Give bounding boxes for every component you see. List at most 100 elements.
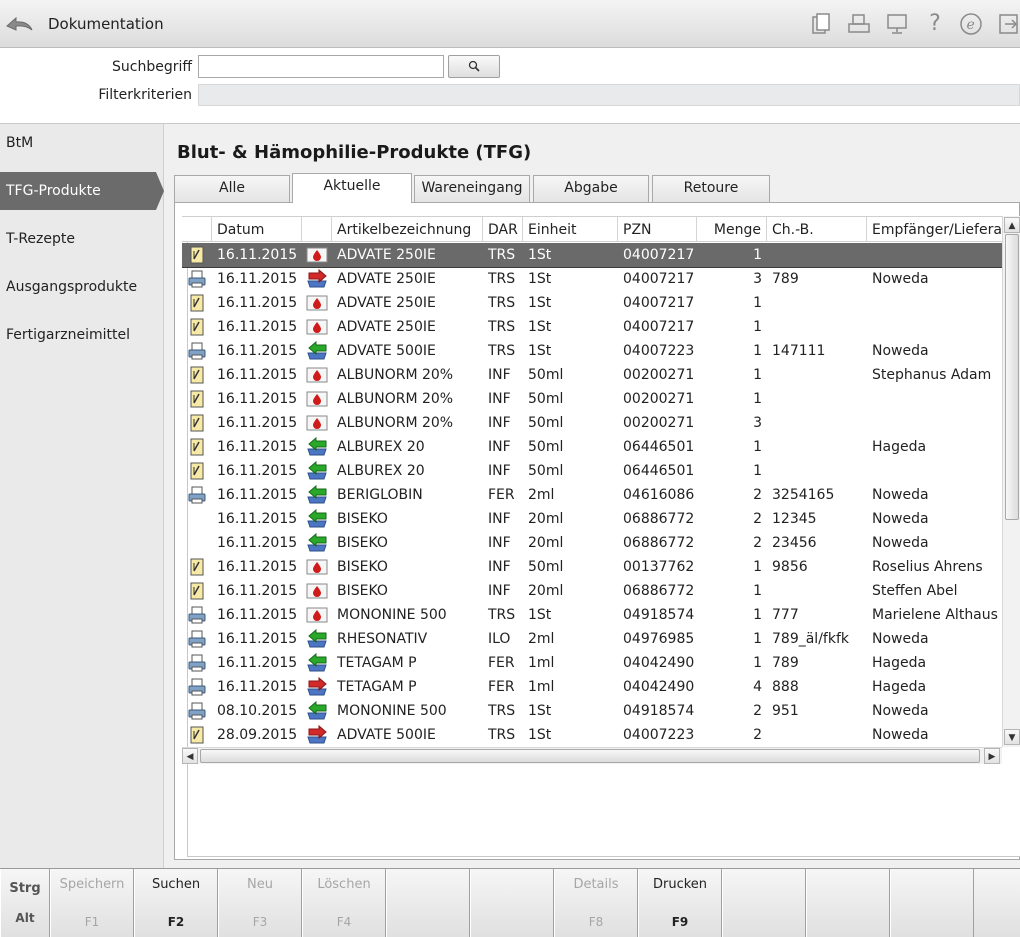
cell-unit: 50ml bbox=[528, 367, 564, 383]
fkey-empty[interactable] bbox=[470, 869, 554, 937]
clipboard-icon[interactable] bbox=[808, 11, 834, 37]
col-header-dar[interactable]: DAR bbox=[483, 217, 523, 242]
table-row[interactable]: 16.11.2015 ALBUREX 20 INF 50ml 06446501 1 Hage… bbox=[182, 435, 1002, 459]
col-header-datum[interactable]: Datum bbox=[212, 217, 302, 242]
fkey-empty[interactable] bbox=[386, 869, 470, 937]
col-header-einheit[interactable]: Einheit bbox=[523, 217, 618, 242]
e-icon[interactable]: e bbox=[958, 11, 984, 37]
cell-name: RHESONATIV bbox=[337, 631, 428, 647]
table-row[interactable]: 16.11.2015 RHESONATIV ILO 2ml 04976985 1 789_ä… bbox=[182, 627, 1002, 651]
cell-unit: 1St bbox=[528, 343, 552, 359]
cell-party: Hageda bbox=[872, 679, 927, 695]
fkey-empty[interactable] bbox=[806, 869, 890, 937]
search-button[interactable] bbox=[448, 55, 500, 78]
table-row[interactable]: 16.11.2015 ADVATE 250IE TRS 1St 04007217 3 789… bbox=[182, 267, 1002, 291]
blood-icon bbox=[306, 605, 328, 625]
cell-pzn: 04007217 bbox=[623, 247, 695, 263]
cell-dar: INF bbox=[488, 583, 511, 599]
table-row[interactable]: 16.11.2015 TETAGAM P FER 1ml 04042490 4 888 Hag… bbox=[182, 675, 1002, 699]
filter-field[interactable] bbox=[198, 84, 1020, 106]
cell-qty: 1 bbox=[753, 631, 762, 647]
table-row[interactable]: 16.11.2015 ADVATE 500IE TRS 1St 04007223 1 147… bbox=[182, 339, 1002, 363]
table-row[interactable]: 16.11.2015 BISEKO INF 20ml 06886772 2 23456 Now… bbox=[182, 531, 1002, 555]
vertical-scrollbar[interactable]: ▲ ▼ bbox=[1002, 216, 1020, 747]
note-icon bbox=[187, 437, 207, 457]
printer-icon[interactable] bbox=[846, 11, 872, 37]
cell-dar: TRS bbox=[488, 343, 516, 359]
table-row[interactable]: 16.11.2015 ADVATE 250IE TRS 1St 04007217 1 bbox=[182, 291, 1002, 315]
help-icon[interactable]: ? bbox=[922, 11, 948, 37]
scroll-left-icon[interactable]: ◀ bbox=[182, 748, 198, 764]
scroll-down-icon[interactable]: ▼ bbox=[1004, 729, 1020, 745]
cell-qty: 2 bbox=[753, 727, 762, 743]
tab-wareneingang[interactable]: Wareneingang bbox=[414, 175, 530, 202]
fkey-f4[interactable]: Löschen F4 bbox=[302, 869, 386, 937]
table-row[interactable]: 28.09.2015 ADVATE 500IE TRS 1St 04007223 2 Now… bbox=[182, 723, 1002, 747]
table-row[interactable]: 16.11.2015 BISEKO INF 50ml 00137762 1 9856 Rose… bbox=[182, 555, 1002, 579]
sidebar-item-fertigarzneimittel[interactable]: Fertigarzneimittel bbox=[0, 316, 164, 354]
cell-qty: 2 bbox=[753, 703, 762, 719]
col-header-menge[interactable]: Menge bbox=[697, 217, 767, 242]
fkey-empty[interactable] bbox=[890, 869, 974, 937]
cell-unit: 20ml bbox=[528, 583, 564, 599]
table-row[interactable]: 16.11.2015 BISEKO INF 20ml 06886772 2 12345 Now… bbox=[182, 507, 1002, 531]
back-icon[interactable] bbox=[4, 10, 34, 38]
sidebar-item-label: T-Rezepte bbox=[6, 231, 75, 247]
fkey-f2[interactable]: Suchen F2 bbox=[134, 869, 218, 937]
tab-retoure[interactable]: Retoure bbox=[652, 175, 770, 202]
cell-party: Hageda bbox=[872, 655, 927, 671]
table-row[interactable]: 16.11.2015 ADVATE 250IE TRS 1St 04007217 1 bbox=[182, 315, 1002, 339]
vertical-scroll-thumb[interactable] bbox=[1005, 234, 1019, 520]
cell-party: Stephanus Adam bbox=[872, 367, 992, 383]
cell-qty: 1 bbox=[753, 655, 762, 671]
printer-icon bbox=[187, 605, 207, 625]
col-header-empfaenger[interactable]: Empfänger/Lieferant bbox=[867, 217, 1002, 242]
outgoing-icon bbox=[306, 676, 327, 697]
table-row[interactable]: 16.11.2015 BERIGLOBIN FER 2ml 04616086 2 32541… bbox=[182, 483, 1002, 507]
cell-batch bbox=[767, 723, 867, 747]
cell-pzn: 00200271 bbox=[623, 367, 695, 383]
table-row[interactable]: 16.11.2015 ALBUNORM 20% INF 50ml 00200271 1 St… bbox=[182, 363, 1002, 387]
scroll-up-icon[interactable]: ▲ bbox=[1004, 217, 1020, 233]
scroll-right-icon[interactable]: ▶ bbox=[984, 748, 1000, 764]
horizontal-scroll-thumb[interactable] bbox=[200, 749, 980, 763]
tab-alle[interactable]: Alle bbox=[174, 175, 290, 202]
table-row[interactable]: 16.11.2015 ALBUNORM 20% INF 50ml 00200271 1 bbox=[182, 387, 1002, 411]
col-header-pzn[interactable]: PZN bbox=[618, 217, 697, 242]
monitor-icon[interactable] bbox=[884, 11, 910, 37]
table-row[interactable]: 16.11.2015 TETAGAM P FER 1ml 04042490 1 789 Hag… bbox=[182, 651, 1002, 675]
fkey-f9[interactable]: Drucken F9 bbox=[638, 869, 722, 937]
exit-icon[interactable] bbox=[996, 11, 1020, 37]
sidebar-item-tfg-produkte[interactable]: TFG-Produkte bbox=[0, 172, 164, 210]
horizontal-scrollbar[interactable]: ◀ ▶ bbox=[182, 747, 1002, 764]
fkey-f1[interactable]: Speichern F1 bbox=[50, 869, 134, 937]
table-row[interactable]: 08.10.2015 MONONINE 500 TRS 1St 04918574 2 951… bbox=[182, 699, 1002, 723]
table-row[interactable]: 16.11.2015 ALBUREX 20 INF 50ml 06446501 1 bbox=[182, 459, 1002, 483]
cell-batch: 9856 bbox=[772, 559, 808, 575]
cell-qty: 2 bbox=[753, 487, 762, 503]
table-row[interactable]: 16.11.2015 MONONINE 500 TRS 1St 04918574 1 777… bbox=[182, 603, 1002, 627]
tab-aktuelle[interactable]: Aktuelle bbox=[292, 173, 412, 203]
modifier-key[interactable]: Strg Alt bbox=[0, 869, 50, 937]
col-header-doc[interactable] bbox=[182, 217, 212, 242]
col-header-type[interactable] bbox=[302, 217, 332, 242]
sidebar-item-ausgangsprodukte[interactable]: Ausgangsprodukte bbox=[0, 268, 164, 306]
printer-icon bbox=[187, 701, 207, 721]
cell-batch bbox=[767, 363, 867, 387]
cell-pzn: 06886772 bbox=[623, 535, 695, 551]
table-row[interactable]: 16.11.2015 ADVATE 250IE TRS 1St 04007217 1 bbox=[182, 243, 1002, 268]
cell-qty: 2 bbox=[753, 511, 762, 527]
col-header-artikelbezeichnung[interactable]: Artikelbezeichnung bbox=[332, 217, 483, 242]
table-row[interactable]: 16.11.2015 BISEKO INF 20ml 06886772 1 Steffen … bbox=[182, 579, 1002, 603]
sidebar-item-t-rezepte[interactable]: T-Rezepte bbox=[0, 220, 164, 258]
search-input[interactable] bbox=[198, 55, 444, 78]
cell-party bbox=[867, 411, 1002, 435]
table-row[interactable]: 16.11.2015 ALBUNORM 20% INF 50ml 00200271 3 bbox=[182, 411, 1002, 435]
fkey-empty[interactable] bbox=[722, 869, 806, 937]
fkey-f3[interactable]: Neu F3 bbox=[218, 869, 302, 937]
tab-abgabe[interactable]: Abgabe bbox=[533, 175, 649, 202]
fkey-f8[interactable]: Details F8 bbox=[554, 869, 638, 937]
col-header-ch-b[interactable]: Ch.-B. bbox=[767, 217, 867, 242]
sidebar-item-btm[interactable]: BtM bbox=[0, 124, 164, 162]
blood-icon bbox=[306, 557, 328, 577]
